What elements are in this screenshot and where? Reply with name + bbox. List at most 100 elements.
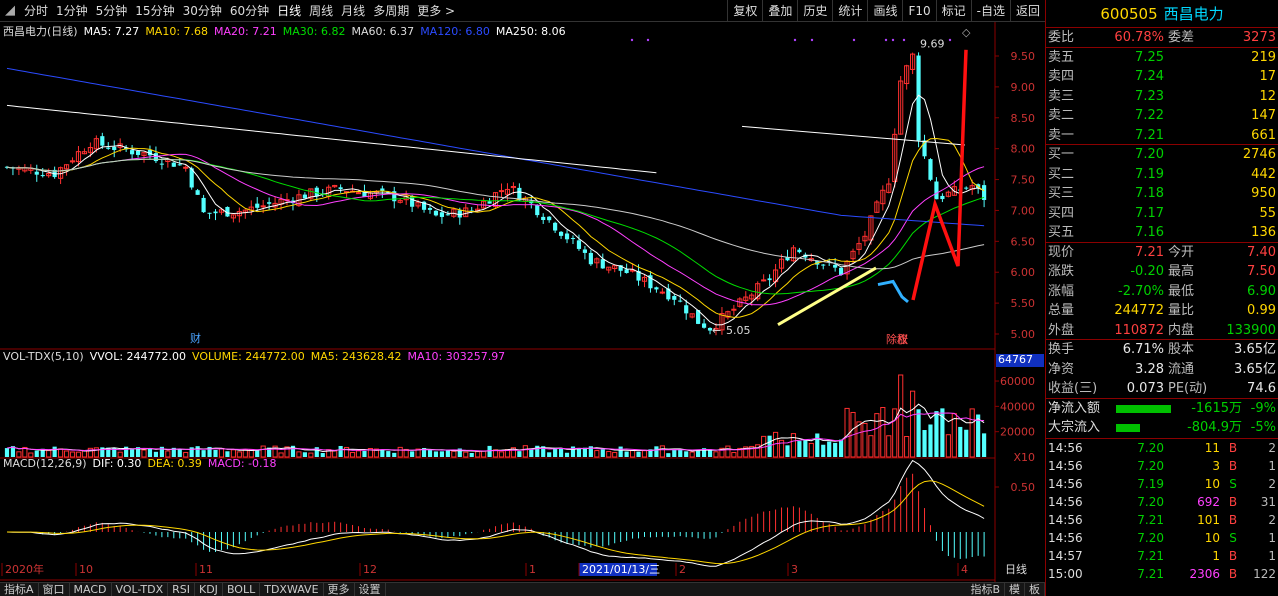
bid-row[interactable]: 买四 7.17 55 — [1046, 204, 1278, 224]
limit-up-marker[interactable]: 涨 — [897, 333, 908, 346]
indicator-tab[interactable]: VOL-TDX — [112, 583, 169, 596]
quote-label: 净资 — [1048, 361, 1075, 377]
volume-bar — [260, 445, 266, 458]
period-tab[interactable]: 5分钟 — [92, 0, 132, 21]
period-tab[interactable]: 日线 — [273, 0, 305, 21]
period-tab[interactable]: 30分钟 — [179, 0, 226, 21]
template-tab[interactable]: 模 — [1005, 583, 1025, 596]
kline-chart-area[interactable]: 西昌电力(日线) MA5: 7.27 MA10: 7.68 MA20: 7.21 MA3… — [0, 22, 1045, 582]
period-tab[interactable]: 更多 > — [413, 0, 459, 21]
finance-marker[interactable]: 财 — [190, 331, 201, 345]
ask-row[interactable]: 卖一 7.21 661 — [1046, 126, 1278, 145]
period-tab[interactable]: 多周期 — [369, 0, 413, 21]
tick-side: B — [1228, 566, 1238, 581]
ask-row[interactable]: 卖四 7.24 17 — [1046, 67, 1278, 87]
volume-bar — [922, 430, 927, 457]
toolbar-button[interactable]: 返回 — [1009, 0, 1045, 21]
volume-bar — [629, 450, 636, 458]
bid-row[interactable]: 买二 7.19 442 — [1046, 165, 1278, 185]
candle-body — [767, 278, 772, 281]
period-tab[interactable]: 60分钟 — [226, 0, 273, 21]
low-price-label: 5.05 — [726, 324, 751, 337]
volume-bar — [916, 409, 921, 457]
volume-bar — [308, 452, 314, 458]
bid-row[interactable]: 买三 7.18 950 — [1046, 184, 1278, 204]
diamond-icon[interactable]: ◇ — [962, 26, 971, 39]
ask-row[interactable]: 卖五 7.25 219 — [1046, 48, 1278, 68]
period-tab[interactable]: 分时 — [20, 0, 52, 21]
indicator-tab[interactable]: 更多 — [324, 583, 355, 596]
quote-label-2: 最低 — [1168, 283, 1195, 299]
quote-label: 涨跌 — [1048, 264, 1075, 279]
volume-bar — [839, 439, 844, 457]
toolbar-button[interactable]: 复权 — [727, 0, 762, 21]
volume-bar — [218, 447, 225, 458]
toolbar-button[interactable]: 叠加 — [762, 0, 797, 21]
period-tab[interactable]: 周线 — [305, 0, 337, 21]
template-tab[interactable]: 板 — [1025, 583, 1045, 596]
indicator-tab[interactable]: KDJ — [195, 583, 223, 596]
indicator-tab[interactable]: BOLL — [223, 583, 261, 596]
menu-icon[interactable]: ◢ — [0, 3, 20, 18]
volume-bar — [410, 451, 415, 457]
toolbar-button[interactable]: 画线 — [867, 0, 902, 21]
tick-time: 14:56 — [1048, 494, 1083, 509]
bid-price: 7.16 — [1135, 225, 1164, 240]
candle-body — [547, 216, 552, 221]
quote-value-2: 7.40 — [1247, 244, 1276, 260]
macd-tick-label: 0.50 — [1011, 481, 1036, 494]
tick-side: B — [1228, 512, 1238, 527]
stock-code: 600505 — [1100, 4, 1158, 23]
candle-body — [355, 192, 362, 195]
legend-item: MA5: 7.27 — [84, 25, 140, 38]
volume-bar — [34, 450, 39, 457]
period-tab[interactable]: 15分钟 — [131, 0, 178, 21]
ask-price: 7.23 — [1135, 88, 1164, 104]
volume-bar — [821, 444, 826, 457]
bid-row[interactable]: 买五 7.16 136 — [1046, 223, 1278, 243]
tick-row: 14:57 7.21 1 B 1 — [1046, 547, 1278, 565]
ask-label: 卖五 — [1048, 49, 1075, 65]
indicator-tab[interactable]: 指标A — [0, 583, 39, 596]
indicator-tab[interactable]: 设置 — [355, 583, 386, 596]
candle-body — [171, 162, 176, 167]
period-label: 日线 — [1005, 562, 1027, 576]
indicator-tab[interactable]: RSI — [168, 583, 195, 596]
volume-bar — [606, 451, 612, 458]
volume-bar — [427, 449, 433, 457]
ask-row[interactable]: 卖二 7.22 147 — [1046, 106, 1278, 126]
quote-value: 244772 — [1114, 303, 1164, 318]
volume-bar — [4, 448, 10, 457]
toolbar-button[interactable]: -自选 — [970, 0, 1010, 21]
quote-label-2: PE(动) — [1168, 381, 1208, 396]
indicator-tab[interactable]: 窗口 — [39, 583, 70, 596]
ask-row[interactable]: 卖三 7.23 12 — [1046, 87, 1278, 107]
toolbar-button[interactable]: F10 — [902, 0, 935, 21]
period-tab[interactable]: 月线 — [337, 0, 369, 21]
volume-bar — [338, 445, 343, 457]
ask-qty: 17 — [1259, 69, 1276, 84]
pane-title: MACD(12,26,9) — [3, 457, 87, 470]
volume-bar — [475, 451, 481, 458]
tick-row: 14:56 7.20 692 B 31 — [1046, 493, 1278, 511]
candle-body — [659, 291, 665, 294]
period-tab[interactable]: 1分钟 — [52, 0, 92, 21]
toolbar-button[interactable]: 历史 — [797, 0, 832, 21]
volume-bar — [469, 453, 474, 457]
template-tab[interactable]: 指标B — [966, 583, 1005, 596]
toolbar-button[interactable]: 统计 — [832, 0, 867, 21]
volume-bar — [618, 446, 623, 457]
volume-tick-label: 60000 — [1000, 375, 1035, 388]
volume-bar — [225, 451, 230, 457]
bid-row[interactable]: 买一 7.20 2746 — [1046, 145, 1278, 165]
indicator-tab[interactable]: TDXWAVE — [260, 583, 324, 596]
tick-volume: 11 — [1204, 440, 1220, 455]
tick-side: B — [1228, 548, 1238, 563]
toolbar-button[interactable]: 标记 — [935, 0, 971, 21]
fund-flow-row: 净流入额 -1615万 -9% — [1046, 399, 1278, 419]
volume-bar — [177, 449, 182, 457]
x-axis-label: 2021/01/13/三 — [582, 563, 660, 576]
bid-label: 买一 — [1048, 147, 1075, 162]
candle-body — [498, 190, 505, 193]
indicator-tab[interactable]: MACD — [70, 583, 112, 596]
